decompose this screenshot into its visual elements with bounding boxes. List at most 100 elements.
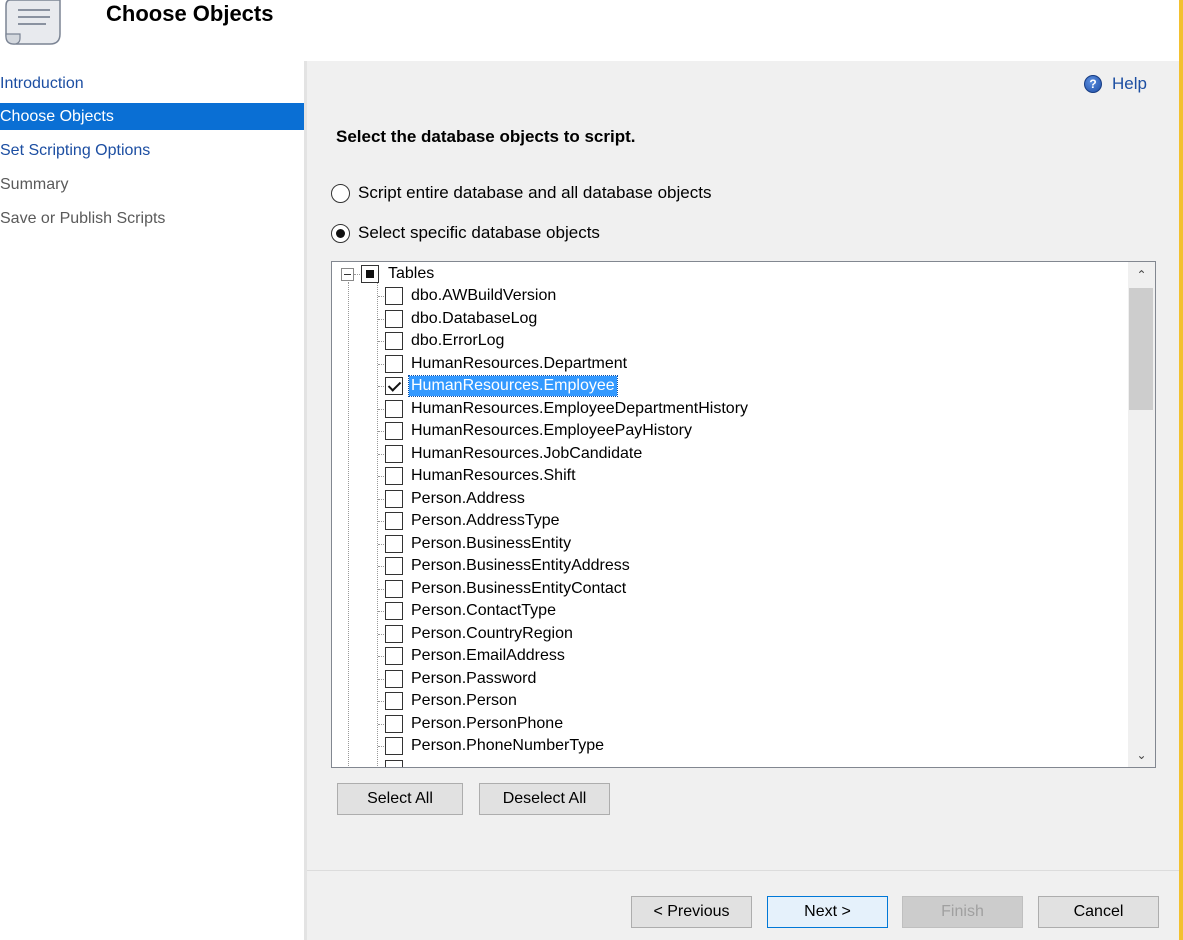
scroll-up-arrow-icon[interactable]: ⌃ (1128, 262, 1155, 287)
tree-item-label[interactable]: Person.ContactType (409, 601, 558, 621)
tree-item-label[interactable]: HumanResources.EmployeePayHistory (409, 421, 694, 441)
tree-item: Person.BusinessEntityContact (332, 578, 1122, 600)
item-checkbox[interactable] (385, 647, 403, 665)
tree-connector (354, 274, 360, 275)
finish-button: Finish (902, 896, 1023, 928)
tree-item: Person.PhoneNumberType (332, 735, 1122, 757)
tree-item-label[interactable]: Person.PhoneNumberType (409, 736, 606, 756)
item-checkbox[interactable] (385, 422, 403, 440)
tree-item-label[interactable]: HumanResources.Employee (408, 375, 618, 397)
tree-item-label[interactable]: Person.BusinessEntityContact (409, 579, 628, 599)
tree-item-label[interactable]: Person.PersonPhone (409, 714, 565, 734)
item-checkbox[interactable] (385, 670, 403, 688)
tree-item-label[interactable]: dbo.AWBuildVersion (409, 286, 558, 306)
select-all-button[interactable]: Select All (337, 783, 463, 815)
cancel-button[interactable]: Cancel (1038, 896, 1159, 928)
radio-label: Script entire database and all database … (358, 183, 712, 202)
tree-item: Person.BusinessEntityAddress (332, 555, 1122, 577)
item-checkbox[interactable] (385, 287, 403, 305)
radio-button[interactable] (331, 183, 350, 203)
collapse-minus-icon[interactable] (341, 268, 354, 281)
tree-item: Person.ContactType (332, 600, 1122, 622)
item-checkbox[interactable] (385, 467, 403, 485)
item-checkbox[interactable] (385, 377, 403, 395)
scroll-thumb[interactable] (1129, 288, 1153, 410)
sidebar-item-save-or-publish-scripts: Save or Publish Scripts (0, 210, 166, 227)
objects-tree[interactable]: Tables dbo.AWBuildVersion dbo.DatabaseLo… (331, 261, 1156, 768)
tree-item: dbo.DatabaseLog (332, 308, 1122, 330)
radio-specific-objects[interactable]: Select specific database objects (331, 223, 600, 243)
help-link[interactable]: ? Help (1084, 74, 1147, 94)
sidebar-item-choose-objects[interactable]: Choose Objects (0, 103, 304, 130)
item-checkbox[interactable] (385, 332, 403, 350)
item-checkbox[interactable] (385, 535, 403, 553)
footer-divider (307, 870, 1179, 871)
tree-item-label[interactable]: Person.Person (409, 691, 519, 711)
sidebar-item-set-scripting-options[interactable]: Set Scripting Options (0, 137, 304, 164)
tree-item-selected: HumanResources.Employee (332, 375, 1122, 397)
item-checkbox[interactable] (385, 625, 403, 643)
next-button[interactable]: Next > (767, 896, 888, 928)
tree-item-label[interactable]: Person.BusinessEntityAddress (409, 556, 632, 576)
tree-item: Person.PersonPhone (332, 713, 1122, 735)
item-checkbox[interactable] (385, 602, 403, 620)
item-checkbox[interactable] (385, 557, 403, 575)
script-scroll-icon (5, 0, 61, 45)
radio-button[interactable] (331, 223, 350, 243)
tree-item-label[interactable] (409, 759, 413, 767)
tree-item-label[interactable]: dbo.ErrorLog (409, 331, 506, 351)
sidebar-item-introduction[interactable]: Introduction (0, 70, 304, 97)
tree-item: dbo.ErrorLog (332, 330, 1122, 352)
tree-item: dbo.AWBuildVersion (332, 285, 1122, 307)
tree-vertical-scrollbar[interactable]: ⌃ ⌄ (1128, 262, 1155, 767)
tree-item-label[interactable]: Person.AddressType (409, 511, 562, 531)
tree-item: HumanResources.EmployeePayHistory (332, 420, 1122, 442)
item-checkbox[interactable] (385, 355, 403, 373)
tree-item: HumanResources.Shift (332, 465, 1122, 487)
item-checkbox[interactable] (385, 737, 403, 755)
tree-item-label[interactable]: HumanResources.Department (409, 354, 629, 374)
sidebar-item-summary: Summary (0, 176, 69, 193)
item-checkbox[interactable] (385, 512, 403, 530)
item-checkbox[interactable] (385, 310, 403, 328)
deselect-all-button[interactable]: Deselect All (479, 783, 610, 815)
tree-item-label[interactable]: Person.CountryRegion (409, 624, 575, 644)
tree-item-label[interactable]: Person.Password (409, 669, 538, 689)
tree-item: Person.CountryRegion (332, 623, 1122, 645)
previous-button[interactable]: < Previous (631, 896, 752, 928)
tree-item (332, 758, 1122, 767)
tree-item: HumanResources.EmployeeDepartmentHistory (332, 398, 1122, 420)
tree-item-label[interactable]: HumanResources.EmployeeDepartmentHistory (409, 399, 750, 419)
tree-item: Person.EmailAddress (332, 645, 1122, 667)
tree-item: Person.Password (332, 668, 1122, 690)
scroll-down-arrow-icon[interactable]: ⌄ (1128, 742, 1155, 767)
radio-label: Select specific database objects (358, 223, 600, 242)
main-panel: ? Help Select the database objects to sc… (307, 61, 1179, 940)
radio-entire-database[interactable]: Script entire database and all database … (331, 183, 711, 203)
item-checkbox[interactable] (385, 580, 403, 598)
tables-checkbox[interactable] (361, 265, 379, 283)
help-label: Help (1112, 74, 1147, 93)
help-question-icon: ? (1084, 75, 1102, 93)
tree-item: HumanResources.Department (332, 353, 1122, 375)
tree-item-label[interactable]: Person.Address (409, 489, 527, 509)
item-checkbox[interactable] (385, 760, 403, 767)
tree-item: Person.Address (332, 488, 1122, 510)
tree-item-label[interactable]: HumanResources.JobCandidate (409, 444, 644, 464)
wizard-sidebar: Introduction Choose Objects Set Scriptin… (0, 61, 304, 940)
item-checkbox[interactable] (385, 692, 403, 710)
item-checkbox[interactable] (385, 490, 403, 508)
tree-item-label[interactable]: dbo.DatabaseLog (409, 309, 539, 329)
tree-item-label[interactable]: HumanResources.Shift (409, 466, 578, 486)
tree-item: Person.BusinessEntity (332, 533, 1122, 555)
tree-item-label[interactable]: Person.BusinessEntity (409, 534, 573, 554)
window-edge (1179, 0, 1183, 940)
tree-item: Person.Person (332, 690, 1122, 712)
item-checkbox[interactable] (385, 445, 403, 463)
tree-node-label[interactable]: Tables (386, 264, 436, 284)
tree-item-label[interactable]: Person.EmailAddress (409, 646, 567, 666)
item-checkbox[interactable] (385, 715, 403, 733)
item-checkbox[interactable] (385, 400, 403, 418)
page-title: Choose Objects (106, 1, 274, 26)
tree-item: HumanResources.JobCandidate (332, 443, 1122, 465)
